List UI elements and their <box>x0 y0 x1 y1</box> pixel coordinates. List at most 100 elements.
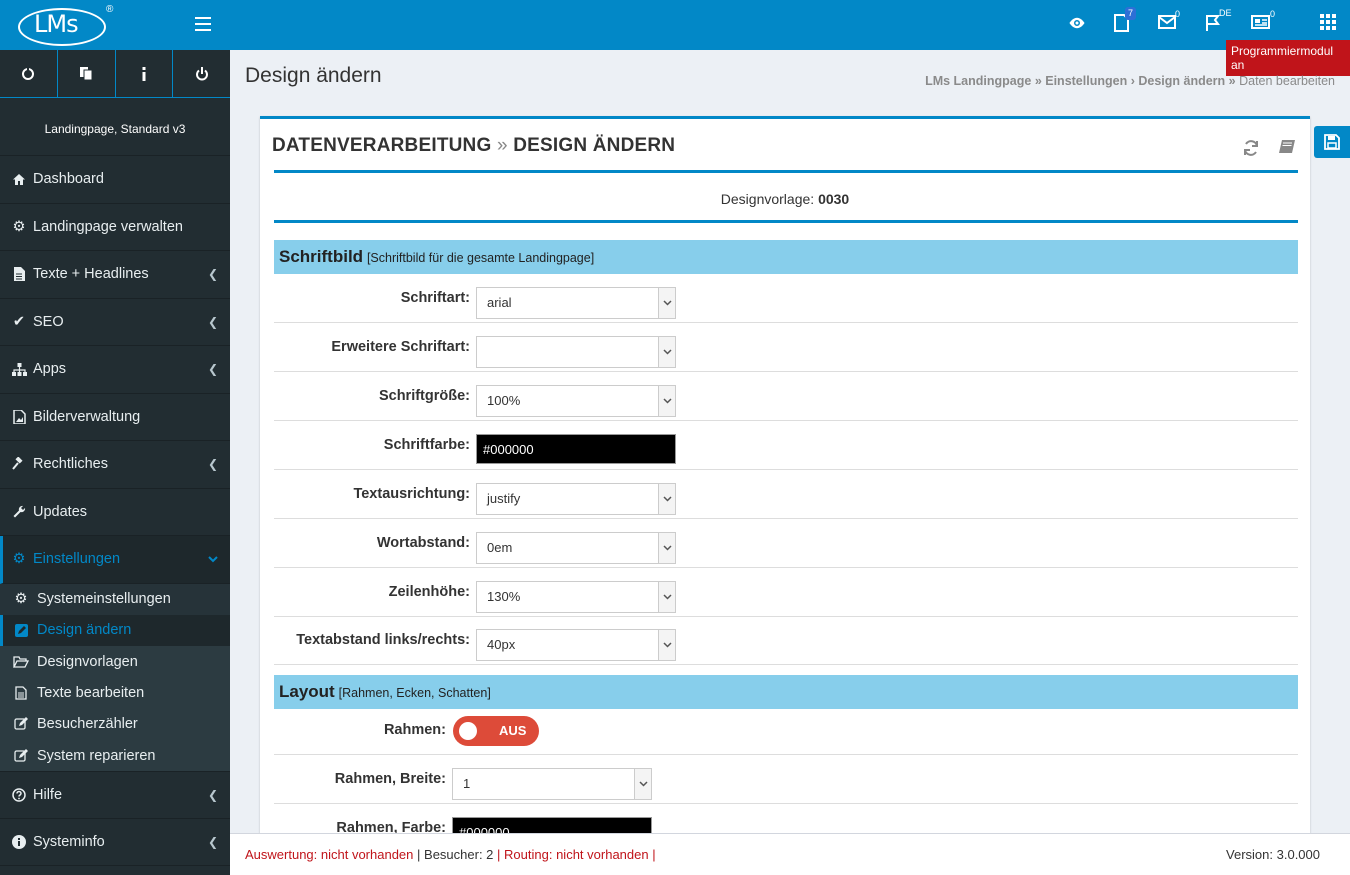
mail-icon[interactable]: 0 <box>1158 9 1180 34</box>
sidebar-item-dashboard[interactable]: Dashboard <box>0 156 230 204</box>
box-title: DATENVERARBEITUNG » DESIGN ÄNDERN <box>272 135 675 157</box>
rahmen-breite-select[interactable]: 1 <box>452 768 652 800</box>
textausrichtung-select[interactable]: justify <box>476 483 676 515</box>
programming-mode-badge[interactable]: Programmiermodul an <box>1226 40 1350 76</box>
sidebar-subitem-designvorlagen[interactable]: Designvorlagen <box>0 646 230 677</box>
toggle-knob <box>459 722 477 740</box>
info-tool[interactable] <box>115 50 174 98</box>
sidebar-user: Landingpage, Standard v3 <box>0 102 230 156</box>
field-label: Rahmen, Breite: <box>334 771 446 787</box>
sidebar-subitem-system-reparieren[interactable]: System reparieren <box>0 740 230 771</box>
schriftfarbe-input[interactable]: #000000 <box>476 434 676 464</box>
footer-routing[interactable]: Routing: nicht vorhanden <box>504 847 649 862</box>
sidebar-item-label: Rechtliches <box>33 456 108 473</box>
field-rahmen-farbe: Rahmen, Farbe: #000000 <box>274 804 1298 836</box>
sidebar-subitem-systemeinstellungen[interactable]: ⚙ Systemeinstellungen <box>0 583 230 615</box>
pages-badge: 7 <box>1125 7 1137 20</box>
schriftart-select[interactable]: arial <box>476 287 676 319</box>
sidebar-item-label: Hilfe <box>33 787 63 804</box>
field-label: Schriftart: <box>400 290 470 306</box>
box-tools <box>1242 139 1296 160</box>
sidebar-item-systeminfo[interactable]: Systeminfo ❮ <box>0 819 230 867</box>
pages-icon[interactable]: 7 <box>1113 7 1137 34</box>
breadcrumb-separator: » <box>1034 74 1042 88</box>
rahmen-toggle[interactable]: AUS <box>453 716 539 746</box>
sidebar-item-apps[interactable]: Apps ❮ <box>0 346 230 394</box>
field-schriftgroesse: Schriftgröße: 100% <box>274 372 1298 421</box>
sidebar-subitem-texte-bearbeiten[interactable]: Texte bearbeiten <box>0 677 230 708</box>
wortabstand-select[interactable]: 0em <box>476 532 676 564</box>
breadcrumb-item[interactable]: Einstellungen <box>1045 74 1127 88</box>
home-icon <box>11 173 27 186</box>
language-badge: DE <box>1219 8 1232 18</box>
sidebar-item-rechtliches[interactable]: Rechtliches ❮ <box>0 441 230 489</box>
sidebar-item-landingpage-verwalten[interactable]: ⚙ Landingpage verwalten <box>0 204 230 251</box>
sidebar-menu: Dashboard ⚙ Landingpage verwalten Texte … <box>0 156 230 867</box>
section-subheading: [Rahmen, Ecken, Schatten] <box>338 686 491 700</box>
erweiterte-schriftart-select[interactable] <box>476 336 676 368</box>
chevron-left-icon: ❮ <box>207 314 218 329</box>
footer-version: Version: 3.0.000 <box>1226 847 1320 862</box>
breadcrumb: LMs Landingpage » Einstellungen › Design… <box>925 74 1335 88</box>
sidebar-item-einstellungen[interactable]: ⚙ Einstellungen <box>0 536 230 584</box>
field-label: Rahmen: <box>383 722 446 738</box>
file-text-icon <box>13 686 29 700</box>
section-schriftbild: Schriftbild [Schriftbild für die gesamte… <box>274 240 1298 274</box>
copy-tool[interactable] <box>57 50 116 98</box>
newspaper-icon[interactable]: 0 <box>1251 9 1275 34</box>
pencil-square-icon <box>13 748 29 763</box>
designvorlage-value: 0030 <box>818 191 850 207</box>
chevron-down-icon <box>658 533 675 563</box>
footer-auswertung[interactable]: Auswertung: nicht vorhanden <box>245 847 413 862</box>
copy-icon <box>80 67 93 81</box>
footer-besucher: Besucher: 2 <box>424 847 494 862</box>
schriftgroesse-select[interactable]: 100% <box>476 385 676 417</box>
section-heading: Schriftbild <box>279 247 364 266</box>
logo[interactable]: LMs ® <box>18 4 118 46</box>
sidebar-item-seo[interactable]: ✔ SEO ❮ <box>0 299 230 346</box>
designvorlage-label: Designvorlage: <box>720 191 815 207</box>
field-textausrichtung: Textausrichtung: justify <box>274 470 1298 519</box>
title-divider <box>274 170 1298 173</box>
sidebar-toggle-icon[interactable] <box>195 17 211 31</box>
box-title-left: DATENVERARBEITUNG <box>272 135 492 156</box>
field-label: Textausrichtung: <box>353 486 470 502</box>
refresh-tool[interactable] <box>0 50 58 98</box>
chevron-down-icon <box>208 552 218 566</box>
sidebar-item-updates[interactable]: Updates <box>0 489 230 536</box>
chevron-down-icon <box>658 484 675 514</box>
zeilenhoehe-select[interactable]: 130% <box>476 581 676 613</box>
apps-grid-icon[interactable] <box>1320 14 1342 34</box>
sidebar-item-texte-headlines[interactable]: Texte + Headlines ❮ <box>0 251 230 299</box>
breadcrumb-item[interactable]: Design ändern <box>1138 74 1225 88</box>
box-title-right: DESIGN ÄNDERN <box>513 135 676 156</box>
sidebar-subitem-label: Design ändern <box>37 622 132 639</box>
book-icon[interactable] <box>1278 139 1296 160</box>
chevron-down-icon <box>658 337 675 367</box>
field-zeilenhoehe: Zeilenhöhe: 130% <box>274 568 1298 617</box>
sidebar-item-bilderverwaltung[interactable]: Bilderverwaltung <box>0 394 230 441</box>
gears-icon: ⚙ <box>12 551 26 568</box>
flag-icon[interactable]: DE <box>1205 8 1232 34</box>
breadcrumb-item[interactable]: LMs Landingpage <box>925 74 1031 88</box>
sidebar-item-label: Updates <box>33 503 88 520</box>
refresh-icon[interactable] <box>1242 139 1260 160</box>
chevron-down-icon <box>634 769 651 799</box>
edit-icon <box>13 623 29 637</box>
logout-tool[interactable] <box>173 50 230 98</box>
sidebar-item-hilfe[interactable]: Hilfe ❮ <box>0 771 230 819</box>
gear-icon: ⚙ <box>14 591 28 608</box>
field-schriftfarbe: Schriftfarbe: #000000 <box>274 421 1298 470</box>
field-label: Schriftfarbe: <box>383 437 470 453</box>
eye-icon[interactable] <box>1068 14 1090 34</box>
sidebar-item-label: Systeminfo <box>33 834 105 851</box>
save-button[interactable] <box>1314 126 1350 158</box>
textabstand-select[interactable]: 40px <box>476 629 676 661</box>
sidebar-subitem-design-aendern[interactable]: Design ändern <box>0 614 230 647</box>
design-form-box: DATENVERARBEITUNG » DESIGN ÄNDERN Design… <box>260 116 1310 836</box>
sidebar: Landingpage, Standard v3 Dashboard ⚙ Lan… <box>0 50 230 875</box>
sidebar-item-label: SEO <box>33 313 64 330</box>
sidebar-subitem-besucherzaehler[interactable]: Besucherzähler <box>0 709 230 740</box>
floppy-icon <box>1324 134 1340 150</box>
logo-registered-mark: ® <box>106 4 114 15</box>
